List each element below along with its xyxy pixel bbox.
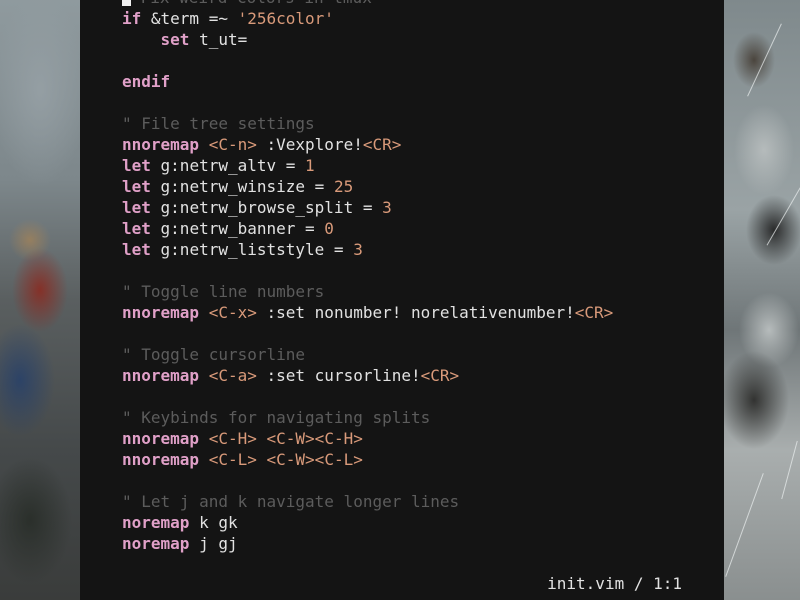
code-line[interactable]: nnoremap <C-a> :set cursorline!<CR> [122, 365, 717, 386]
code-number: 3 [353, 240, 363, 259]
code-text: g:netrw_banner = [150, 219, 325, 238]
code-keycode: <CR> [574, 303, 614, 322]
code-text: :Vexplore! [256, 135, 363, 154]
code-line[interactable]: if &term =~ '256color' [122, 8, 717, 29]
code-line[interactable]: noremap j gj [122, 533, 717, 554]
code-keycode: <C-H> [208, 429, 257, 448]
code-line[interactable]: " Toggle line numbers [122, 281, 717, 302]
code-line[interactable]: nnoremap <C-H> <C-W><C-H> [122, 428, 717, 449]
code-comment: " Toggle line numbers [122, 282, 325, 301]
code-keyword: endif [122, 72, 171, 91]
code-line[interactable]: " Let j and k navigate longer lines [122, 491, 717, 512]
code-keycode: <CR> [362, 135, 402, 154]
code-text: :set nonumber! norelativenumber! [256, 303, 575, 322]
code-line[interactable]: let g:netrw_winsize = 25 [122, 176, 717, 197]
code-comment: " Keybinds for navigating splits [122, 408, 431, 427]
code-keyword: nnoremap [122, 366, 200, 385]
code-string: '256color' [237, 9, 334, 28]
code-line[interactable] [122, 260, 717, 281]
code-line[interactable] [122, 386, 717, 407]
code-keyword: noremap [122, 534, 190, 553]
code-line[interactable]: " File tree settings [122, 113, 717, 134]
code-keyword: nnoremap [122, 303, 200, 322]
code-line[interactable]: endif [122, 71, 717, 92]
code-text: g:netrw_liststyle = [150, 240, 354, 259]
code-line[interactable]: nnoremap <C-x> :set nonumber! norelative… [122, 302, 717, 323]
code-keycode: <C-a> [208, 366, 257, 385]
code-keyword: nnoremap [122, 429, 200, 448]
code-comment: " Toggle cursorline [122, 345, 306, 364]
desktop: Fix weird colors in tmuxif &term =~ '256… [0, 0, 800, 600]
code-number: 1 [305, 156, 315, 175]
wallpaper-streak [747, 23, 782, 97]
text-cursor [122, 0, 131, 6]
terminal-window[interactable]: Fix weird colors in tmuxif &term =~ '256… [80, 0, 724, 600]
code-text: g:netrw_winsize = [150, 177, 334, 196]
code-keyword: if [122, 9, 142, 28]
code-line[interactable] [122, 50, 717, 71]
code-keyword: let [122, 177, 151, 196]
code-text: :set cursorline! [256, 366, 421, 385]
code-text: k gk [189, 513, 238, 532]
code-text: g:netrw_browse_split = [150, 198, 383, 217]
code-number: 3 [382, 198, 392, 217]
code-line[interactable]: nnoremap <C-n> :Vexplore!<CR> [122, 134, 717, 155]
code-keycode: <CR> [420, 366, 460, 385]
code-line[interactable] [122, 323, 717, 344]
code-line[interactable]: Fix weird colors in tmux [122, 0, 717, 8]
code-line[interactable]: set t_ut= [122, 29, 717, 50]
code-keycode: <C-W><C-H> [266, 429, 363, 448]
code-keycode: <C-n> [208, 135, 257, 154]
editor-buffer[interactable]: Fix weird colors in tmuxif &term =~ '256… [122, 0, 717, 554]
code-line[interactable]: nnoremap <C-L> <C-W><C-L> [122, 449, 717, 470]
statusline: init.vim / 1:1 [547, 574, 682, 593]
code-line[interactable]: noremap k gk [122, 512, 717, 533]
code-text: t_ut= [189, 30, 248, 49]
code-keyword: let [122, 198, 151, 217]
code-keyword: let [122, 219, 151, 238]
code-text: g:netrw_altv = [150, 156, 306, 175]
code-line[interactable]: " Keybinds for navigating splits [122, 407, 717, 428]
code-keycode: <C-L> [208, 450, 257, 469]
code-text: j gj [189, 534, 238, 553]
code-line[interactable]: let g:netrw_altv = 1 [122, 155, 717, 176]
wallpaper-right [724, 0, 800, 600]
wallpaper-streak [725, 473, 764, 577]
code-keyword: let [122, 240, 151, 259]
code-keyword: let [122, 156, 151, 175]
code-keyword: set [160, 30, 190, 49]
code-keyword: noremap [122, 513, 190, 532]
wallpaper-left [0, 0, 80, 600]
code-line[interactable]: let g:netrw_banner = 0 [122, 218, 717, 239]
code-comment: Fix weird colors in tmux [131, 0, 372, 7]
code-text: &term =~ [141, 9, 238, 28]
code-line[interactable] [122, 470, 717, 491]
code-keycode: <C-x> [208, 303, 257, 322]
code-line[interactable]: let g:netrw_browse_split = 3 [122, 197, 717, 218]
code-keyword: nnoremap [122, 450, 200, 469]
code-keyword: nnoremap [122, 135, 200, 154]
code-keycode: <C-W><C-L> [266, 450, 363, 469]
code-comment: " Let j and k navigate longer lines [122, 492, 460, 511]
wallpaper-streak [766, 184, 800, 246]
code-comment: " File tree settings [122, 114, 315, 133]
code-number: 25 [333, 177, 354, 196]
wallpaper-streak [781, 440, 798, 500]
code-line[interactable]: let g:netrw_liststyle = 3 [122, 239, 717, 260]
code-line[interactable]: " Toggle cursorline [122, 344, 717, 365]
code-line[interactable] [122, 92, 717, 113]
code-number: 0 [324, 219, 334, 238]
